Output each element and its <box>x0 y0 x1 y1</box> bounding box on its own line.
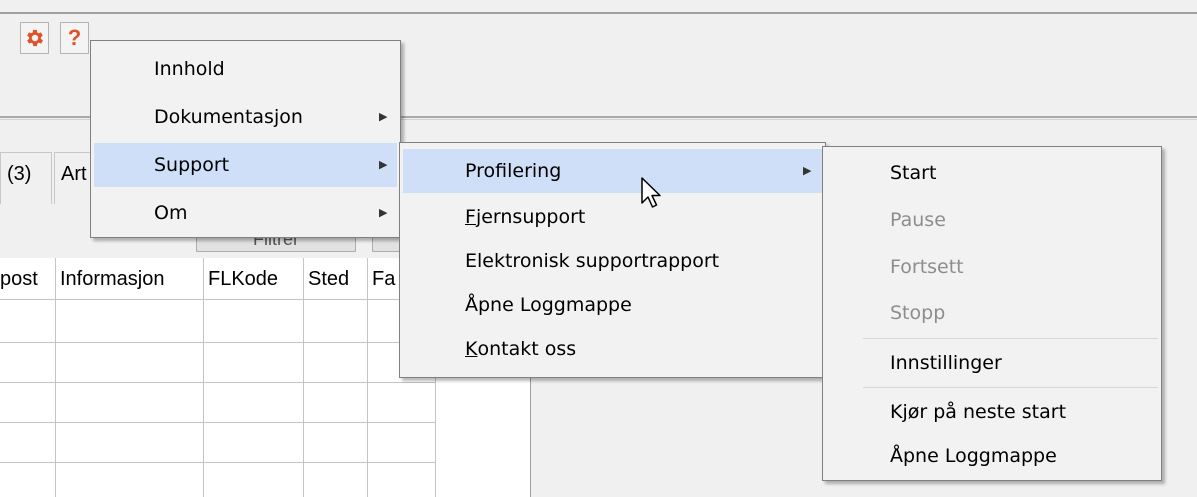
menu-separator <box>863 338 1158 339</box>
table-row <box>0 342 435 343</box>
menu-item-label: Support <box>154 154 230 176</box>
menu-separator <box>863 387 1158 388</box>
menu-item-label: Innstillinger <box>890 352 1002 374</box>
question-mark-icon: ? <box>67 25 82 50</box>
menu-item-label: Profilering <box>465 160 562 182</box>
menu-item-label: jernsupport <box>475 206 586 228</box>
grid-line <box>55 300 56 497</box>
table-row <box>0 422 435 423</box>
tab-art[interactable]: Art <box>54 152 94 204</box>
menu-item-label: Åpne Loggmappe <box>890 445 1057 467</box>
menu-item-apne-loggmappe[interactable]: Åpne Loggmappe <box>826 434 1158 478</box>
menu-item-label: Dokumentasjon <box>154 106 303 128</box>
menu-item-label: Pause <box>890 209 946 231</box>
menu-item-apne-loggmappe[interactable]: Åpne Loggmappe <box>403 283 822 327</box>
menu-item-kjor-pa-neste-start[interactable]: Kjør på neste start <box>826 390 1158 434</box>
menu-item-label: Stopp <box>890 302 946 324</box>
menu-item-label: Innhold <box>154 58 225 80</box>
menu-item-label: Fortsett <box>890 256 964 278</box>
menu-item-om[interactable]: Om ▶ <box>94 191 397 235</box>
menu-item-stopp: Stopp <box>826 291 1158 335</box>
menu-item-pause: Pause <box>826 198 1158 242</box>
menu-item-label: ontakt oss <box>477 338 577 360</box>
support-menu: Profilering ▶ Fjernsupport Elektronisk s… <box>399 142 826 378</box>
menu-item-label: Start <box>890 162 937 184</box>
gear-icon <box>26 29 43 47</box>
menu-item-label: Om <box>154 202 188 224</box>
menu-item-start[interactable]: Start <box>826 151 1158 195</box>
menu-item-label: Åpne Loggmappe <box>465 294 632 316</box>
menu-item-fjernsupport[interactable]: Fjernsupport <box>403 195 822 239</box>
menu-item-profilering[interactable]: Profilering ▶ <box>403 149 822 193</box>
column-header-post[interactable]: post <box>0 258 56 300</box>
menu-item-kontakt-oss[interactable]: Kontakt oss <box>403 327 822 371</box>
menu-item-label: Elektronisk supportrapport <box>465 250 720 272</box>
settings-button[interactable] <box>20 22 49 54</box>
submenu-arrow-icon: ▶ <box>379 110 388 123</box>
tab-label: Art <box>61 163 87 185</box>
menu-item-label: Kjør på neste start <box>890 401 1067 423</box>
grid-line <box>203 300 204 497</box>
mouse-cursor-icon <box>641 177 661 208</box>
column-header-informasjon[interactable]: Informasjon <box>56 258 204 300</box>
menu-item-support[interactable]: Support ▶ <box>94 143 397 187</box>
menu-item-innhold[interactable]: Innhold <box>94 47 397 91</box>
table-row <box>0 382 435 383</box>
mnemonic-letter: F <box>465 206 476 228</box>
profiling-menu: Start Pause Fortsett Stopp Innstillinger… <box>822 146 1162 481</box>
window-top-border <box>0 12 1197 14</box>
menu-item-fortsett: Fortsett <box>826 245 1158 289</box>
menu-item-innstillinger[interactable]: Innstillinger <box>826 341 1158 385</box>
menu-item-dokumentasjon[interactable]: Dokumentasjon ▶ <box>94 95 397 139</box>
column-header-flkode[interactable]: FLKode <box>204 258 304 300</box>
tab-label: (3) <box>7 163 32 185</box>
submenu-arrow-icon: ▶ <box>379 158 388 171</box>
tab-count[interactable]: (3) <box>0 152 52 204</box>
submenu-arrow-icon: ▶ <box>379 206 388 219</box>
menu-item-elektronisk-supportrapport[interactable]: Elektronisk supportrapport <box>403 239 822 283</box>
help-menu: Innhold Dokumentasjon ▶ Support ▶ Om ▶ <box>90 40 401 238</box>
grid-line <box>303 300 304 497</box>
mnemonic-letter: K <box>465 338 478 360</box>
table-row <box>0 462 435 463</box>
help-button[interactable]: ? <box>60 22 89 54</box>
grid-line <box>367 300 368 497</box>
column-header-sted[interactable]: Sted <box>304 258 368 300</box>
submenu-arrow-icon: ▶ <box>803 164 812 177</box>
